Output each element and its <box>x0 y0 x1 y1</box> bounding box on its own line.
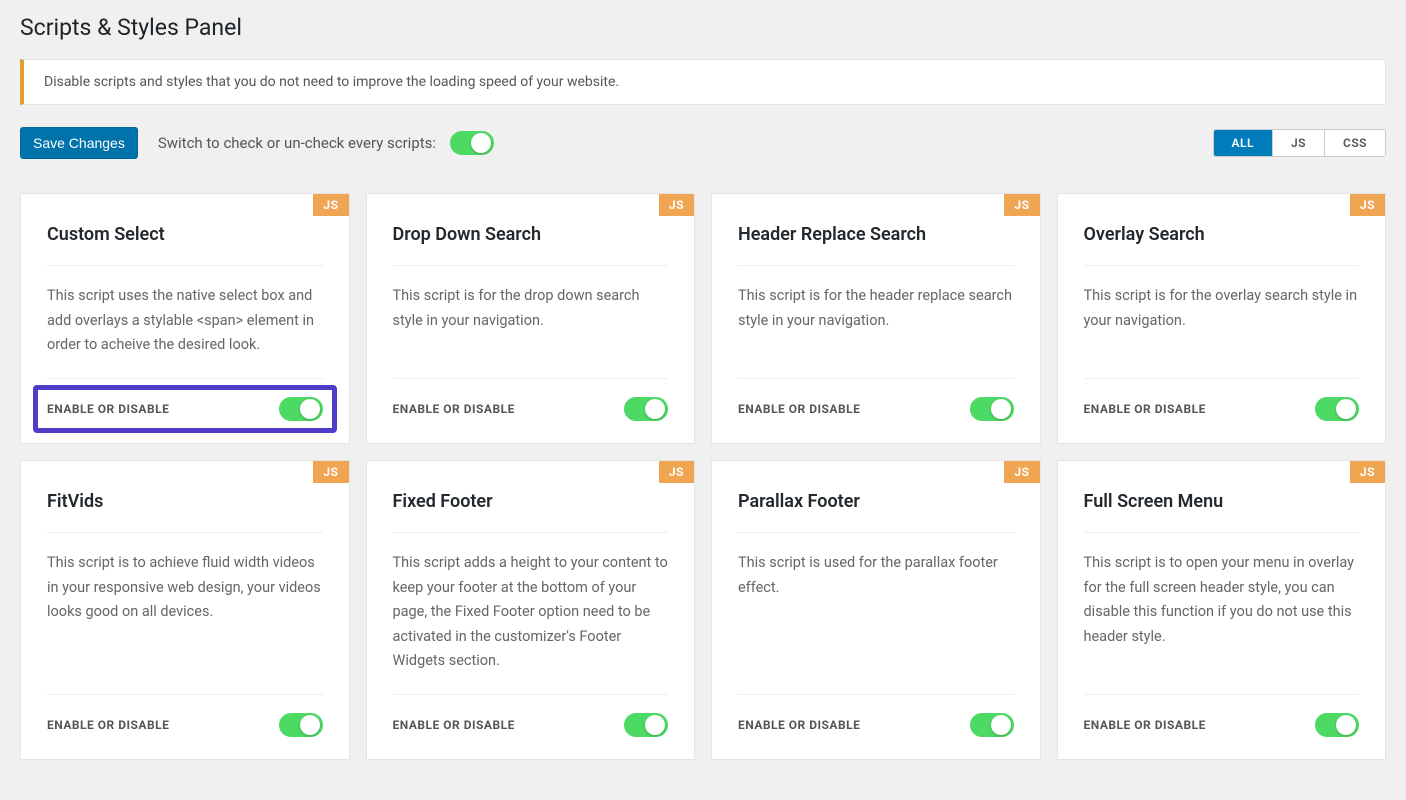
card-footer: ENABLE OR DISABLE <box>47 694 323 737</box>
card-title: Full Screen Menu <box>1084 491 1360 533</box>
card-description: This script is used for the parallax foo… <box>738 533 1014 694</box>
card-footer: ENABLE OR DISABLE <box>738 694 1014 737</box>
type-badge: JS <box>659 194 694 216</box>
enable-label: ENABLE OR DISABLE <box>393 402 515 416</box>
enable-label: ENABLE OR DISABLE <box>1084 402 1206 416</box>
card-footer: ENABLE OR DISABLE <box>1084 694 1360 737</box>
card-full-screen-menu: JS Full Screen Menu This script is to op… <box>1057 460 1387 760</box>
save-button[interactable]: Save Changes <box>20 127 138 159</box>
master-toggle-label: Switch to check or un-check every script… <box>158 134 436 152</box>
card-description: This script is to achieve fluid width vi… <box>47 533 323 694</box>
master-toggle[interactable] <box>450 131 494 155</box>
type-badge: JS <box>1004 194 1039 216</box>
filter-tab-css[interactable]: CSS <box>1324 130 1385 156</box>
enable-label: ENABLE OR DISABLE <box>393 718 515 732</box>
type-badge: JS <box>313 194 348 216</box>
card-fitvids: JS FitVids This script is to achieve flu… <box>20 460 350 760</box>
card-title: Header Replace Search <box>738 224 1014 266</box>
card-title: Custom Select <box>47 224 323 266</box>
card-header-replace-search: JS Header Replace Search This script is … <box>711 193 1041 444</box>
card-title: Fixed Footer <box>393 491 669 533</box>
card-parallax-footer: JS Parallax Footer This script is used f… <box>711 460 1041 760</box>
card-drop-down-search: JS Drop Down Search This script is for t… <box>366 193 696 444</box>
card-footer: ENABLE OR DISABLE <box>393 694 669 737</box>
type-badge: JS <box>313 461 348 483</box>
card-description: This script is for the header replace se… <box>738 266 1014 378</box>
card-footer: ENABLE OR DISABLE <box>47 378 323 421</box>
card-title: Drop Down Search <box>393 224 669 266</box>
type-badge: JS <box>1350 194 1385 216</box>
enable-toggle[interactable] <box>1315 713 1359 737</box>
card-overlay-search: JS Overlay Search This script is for the… <box>1057 193 1387 444</box>
card-custom-select: JS Custom Select This script uses the na… <box>20 193 350 444</box>
card-fixed-footer: JS Fixed Footer This script adds a heigh… <box>366 460 696 760</box>
enable-label: ENABLE OR DISABLE <box>47 718 169 732</box>
scripts-grid: JS Custom Select This script uses the na… <box>20 193 1386 760</box>
enable-label: ENABLE OR DISABLE <box>738 402 860 416</box>
enable-toggle[interactable] <box>970 397 1014 421</box>
page-title: Scripts & Styles Panel <box>20 14 1386 41</box>
enable-toggle[interactable] <box>624 713 668 737</box>
enable-toggle[interactable] <box>624 397 668 421</box>
card-footer: ENABLE OR DISABLE <box>393 378 669 421</box>
card-description: This script adds a height to your conten… <box>393 533 669 694</box>
card-title: Parallax Footer <box>738 491 1014 533</box>
enable-toggle[interactable] <box>279 713 323 737</box>
enable-toggle[interactable] <box>279 397 323 421</box>
type-badge: JS <box>1350 461 1385 483</box>
enable-label: ENABLE OR DISABLE <box>47 402 169 416</box>
type-badge: JS <box>1004 461 1039 483</box>
card-description: This script is for the overlay search st… <box>1084 266 1360 378</box>
card-footer: ENABLE OR DISABLE <box>1084 378 1360 421</box>
card-title: FitVids <box>47 491 323 533</box>
card-description: This script is to open your menu in over… <box>1084 533 1360 694</box>
enable-label: ENABLE OR DISABLE <box>738 718 860 732</box>
enable-toggle[interactable] <box>1315 397 1359 421</box>
filter-tabs: ALL JS CSS <box>1213 129 1387 157</box>
type-badge: JS <box>659 461 694 483</box>
filter-tab-all[interactable]: ALL <box>1214 130 1272 156</box>
enable-label: ENABLE OR DISABLE <box>1084 718 1206 732</box>
toolbar: Save Changes Switch to check or un-check… <box>20 127 1386 159</box>
card-description: This script uses the native select box a… <box>47 266 323 378</box>
info-notice: Disable scripts and styles that you do n… <box>20 59 1386 105</box>
filter-tab-js[interactable]: JS <box>1272 130 1324 156</box>
card-description: This script is for the drop down search … <box>393 266 669 378</box>
card-footer: ENABLE OR DISABLE <box>738 378 1014 421</box>
enable-toggle[interactable] <box>970 713 1014 737</box>
card-title: Overlay Search <box>1084 224 1360 266</box>
